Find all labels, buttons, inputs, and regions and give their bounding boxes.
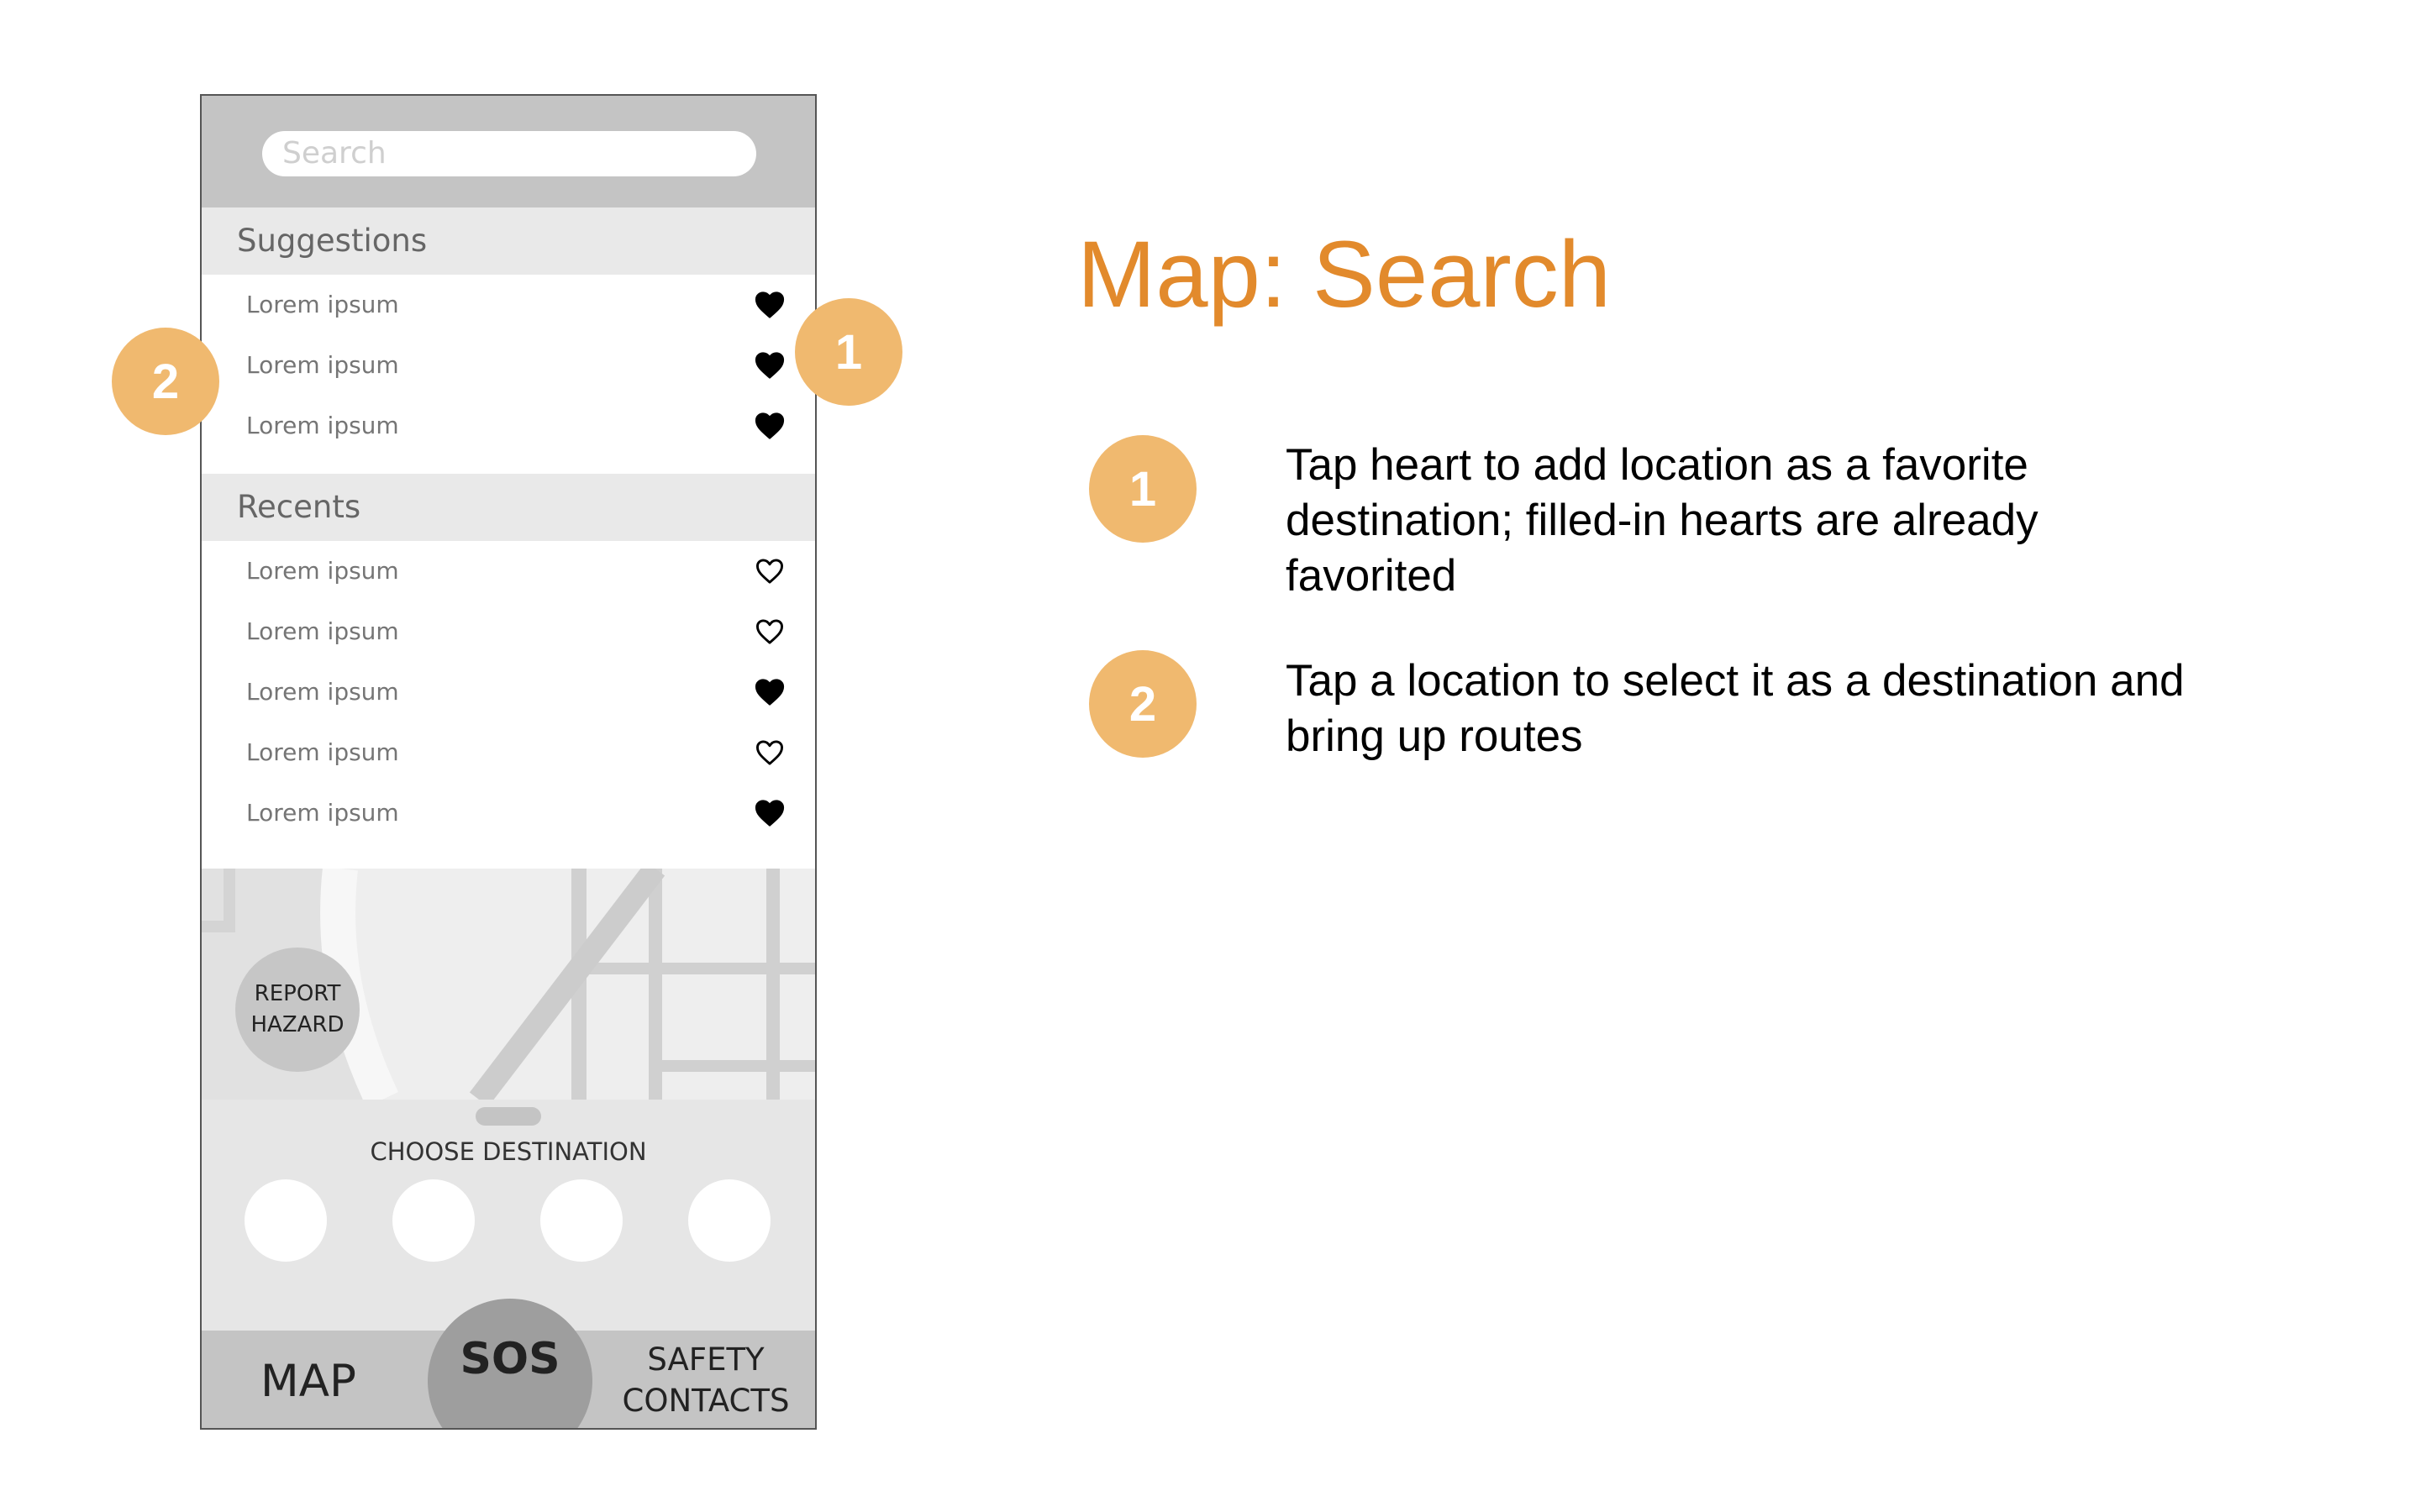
- recents-header: Recents: [202, 474, 815, 541]
- report-hazard-line2: HAZARD: [250, 1012, 345, 1037]
- report-hazard-button[interactable]: REPORT HAZARD: [235, 948, 360, 1072]
- callout-badge-1: 1: [795, 298, 902, 406]
- nav-safety-line2: CONTACTS: [622, 1383, 790, 1419]
- suggestions-header: Suggestions: [202, 207, 815, 275]
- suggestion-item[interactable]: Lorem ipsum: [202, 396, 815, 456]
- list-item-label: Lorem ipsum: [246, 351, 399, 379]
- report-hazard-line1: REPORT: [254, 981, 341, 1006]
- callout-badge-2: 2: [112, 328, 219, 435]
- list-item-label: Lorem ipsum: [246, 799, 399, 827]
- heart-outline-icon[interactable]: [755, 618, 785, 645]
- destination-shortcut[interactable]: [540, 1179, 623, 1262]
- heart-filled-icon[interactable]: [755, 352, 785, 379]
- list-item-label: Lorem ipsum: [246, 617, 399, 645]
- annotation-text-2: Tap a location to select it as a destina…: [1286, 656, 2185, 761]
- heart-filled-icon[interactable]: [755, 800, 785, 827]
- destination-shortcut[interactable]: [688, 1179, 771, 1262]
- nav-safety-contacts-tab[interactable]: SAFETY CONTACTS: [605, 1339, 807, 1421]
- recent-item[interactable]: Lorem ipsum: [202, 601, 815, 662]
- report-hazard-label: REPORT HAZARD: [250, 979, 344, 1041]
- nav-safety-line1: SAFETY: [647, 1341, 765, 1378]
- heart-filled-icon[interactable]: [755, 412, 785, 439]
- list-item-label: Lorem ipsum: [246, 412, 399, 439]
- nav-map-tab[interactable]: MAP: [260, 1356, 420, 1407]
- suggestion-item[interactable]: Lorem ipsum: [202, 335, 815, 396]
- heart-outline-icon[interactable]: [755, 739, 785, 766]
- search-input[interactable]: Search: [262, 131, 756, 176]
- annotation-badge-2: 2: [1089, 650, 1197, 758]
- list-item-label: Lorem ipsum: [246, 678, 399, 706]
- destination-shortcut[interactable]: [392, 1179, 475, 1262]
- choose-destination-title: CHOOSE DESTINATION: [370, 1137, 647, 1166]
- heart-filled-icon[interactable]: [755, 291, 785, 318]
- recent-item[interactable]: Lorem ipsum: [202, 722, 815, 783]
- list-item-label: Lorem ipsum: [246, 291, 399, 318]
- recent-item[interactable]: Lorem ipsum: [202, 783, 815, 843]
- annotation-text-1: Tap heart to add location as a favorite …: [1286, 440, 2039, 601]
- heart-outline-icon[interactable]: [755, 558, 785, 585]
- list-item-label: Lorem ipsum: [246, 557, 399, 585]
- page-title: Map: Search: [1077, 222, 1611, 327]
- search-bar: Search: [202, 96, 815, 207]
- list-item-label: Lorem ipsum: [246, 738, 399, 766]
- phone-mockup: Search Suggestions Lorem ipsum Lorem ips…: [200, 94, 817, 1430]
- suggestion-item[interactable]: Lorem ipsum: [202, 275, 815, 335]
- destination-shortcut[interactable]: [245, 1179, 327, 1262]
- heart-filled-icon[interactable]: [755, 679, 785, 706]
- recent-item[interactable]: Lorem ipsum: [202, 662, 815, 722]
- recent-item[interactable]: Lorem ipsum: [202, 541, 815, 601]
- annotation-badge-1: 1: [1089, 435, 1197, 543]
- drag-handle[interactable]: [476, 1107, 541, 1126]
